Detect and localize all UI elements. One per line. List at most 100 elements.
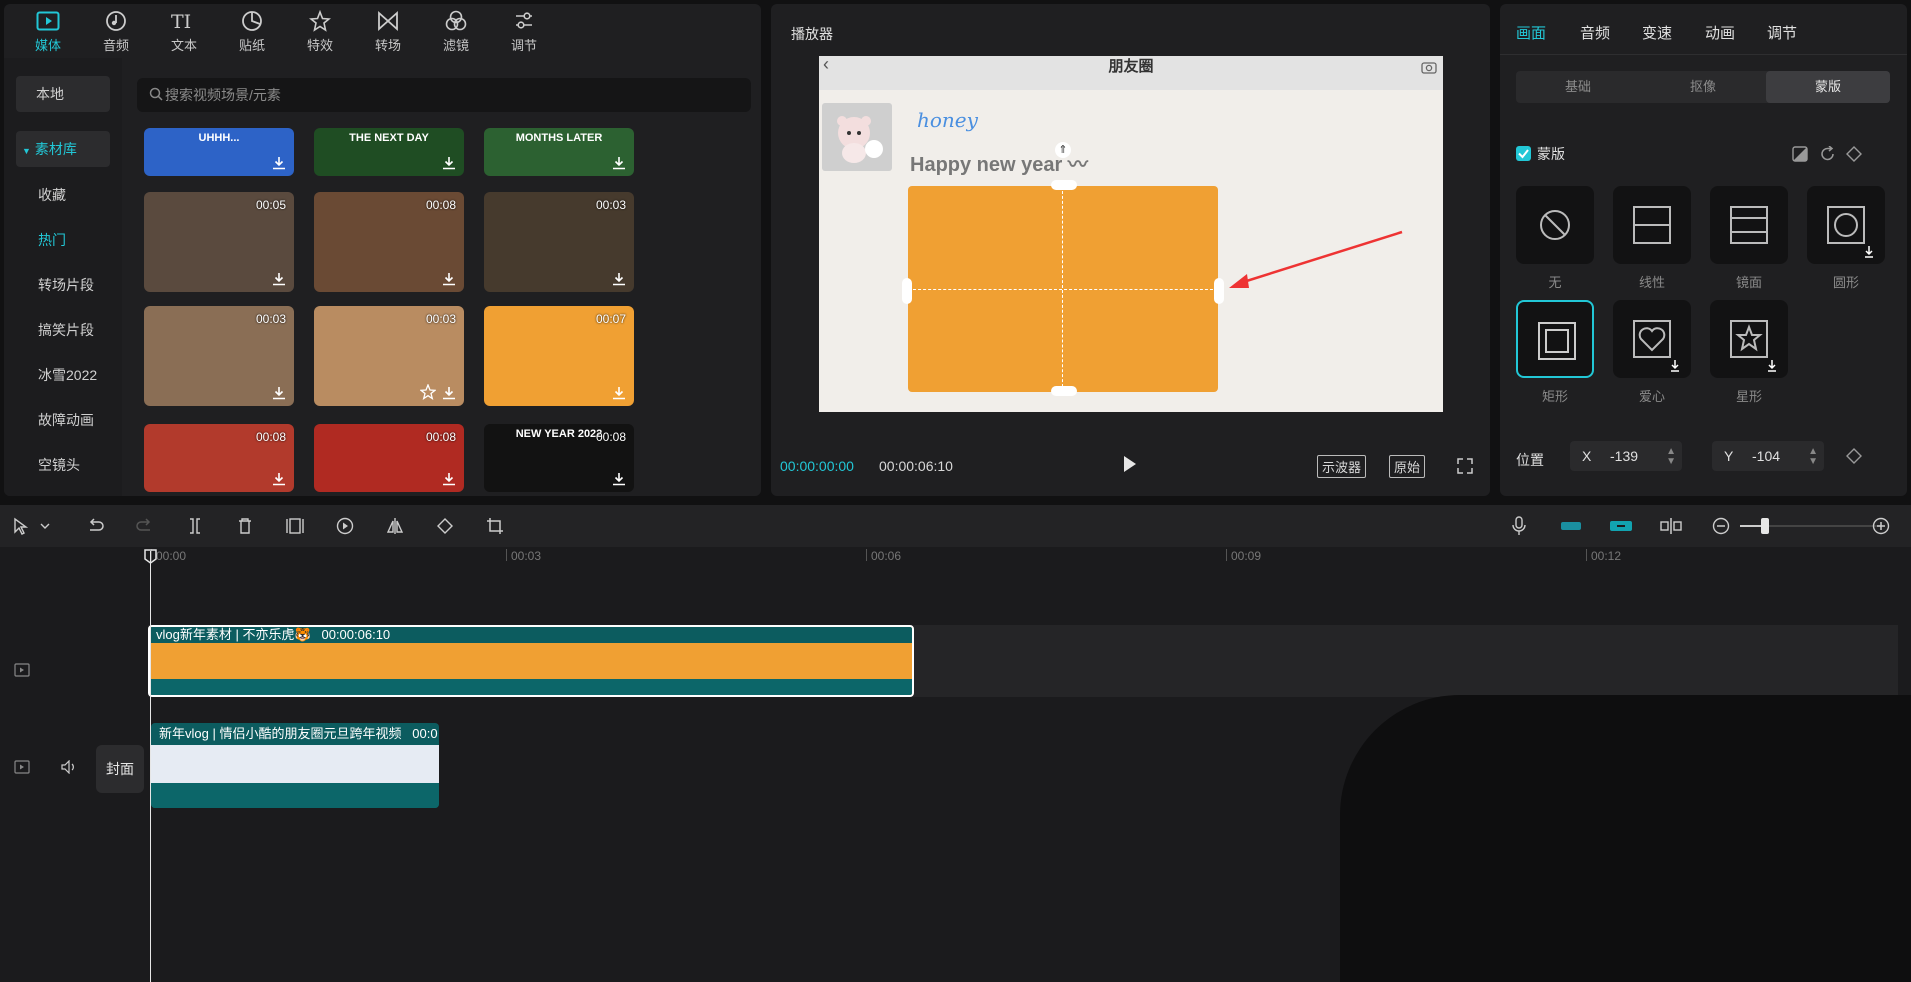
chevron-down-icon[interactable] [38, 515, 52, 537]
download-icon[interactable] [612, 386, 626, 400]
speaker-icon[interactable] [61, 760, 77, 774]
microphone-icon[interactable] [1508, 515, 1530, 537]
crop-icon[interactable] [484, 515, 506, 537]
sidebar-item-snow-2022[interactable]: 冰雪2022 [16, 357, 110, 393]
reverse-play-icon[interactable] [334, 515, 356, 537]
download-icon[interactable] [272, 472, 286, 486]
sidebar-item-favorites[interactable]: 收藏 [16, 177, 110, 213]
mask-option-mirror[interactable] [1710, 186, 1788, 264]
rotate-icon[interactable] [434, 515, 456, 537]
sidebar-item-glitch[interactable]: 故障动画 [16, 402, 110, 438]
segment-basic[interactable]: 基础 [1516, 71, 1640, 103]
play-icon[interactable] [1122, 454, 1138, 474]
overlay-clip[interactable]: vlog新年素材 | 不亦乐虎🐯 00:00:06:10 [148, 625, 914, 697]
tab-filter[interactable]: 滤镜 [422, 4, 490, 58]
tab-transition[interactable]: 转场 [354, 4, 422, 58]
media-thumbnail[interactable]: NEW YEAR 2022 00:08 [484, 424, 634, 492]
preview-axis-icon[interactable] [1658, 515, 1684, 537]
position-keyframe-icon[interactable] [1846, 448, 1862, 464]
freeze-frame-icon[interactable] [284, 515, 306, 537]
mask-handle-bottom[interactable] [1051, 386, 1077, 396]
mask-option-linear[interactable] [1613, 186, 1691, 264]
mask-option-heart[interactable] [1613, 300, 1691, 378]
tab-effects[interactable]: 特效 [286, 4, 354, 58]
position-x-field[interactable]: X -139 ▲ ▼ [1570, 441, 1682, 471]
scope-button[interactable]: 示波器 [1317, 455, 1367, 478]
preview-screen[interactable]: ‹ 朋友圈 honey Happy new year 〰 ⇑ [819, 54, 1443, 412]
download-icon[interactable] [272, 156, 286, 170]
mask-rotate-handle[interactable]: ⇑ [1055, 142, 1071, 158]
mask-checkbox[interactable] [1516, 146, 1531, 161]
zoom-out-icon[interactable] [1710, 515, 1732, 537]
download-icon[interactable] [442, 472, 456, 486]
tab-animation[interactable]: 动画 [1705, 22, 1735, 43]
y-stepper-icon[interactable]: ▲ ▼ [1808, 447, 1818, 467]
sidebar-item-local[interactable]: 本地 [16, 76, 110, 112]
sidebar-item-funny-clips[interactable]: 搞笑片段 [16, 312, 110, 348]
download-icon[interactable] [612, 272, 626, 286]
download-icon[interactable] [272, 386, 286, 400]
media-thumbnail[interactable]: 00:03 [484, 192, 634, 292]
mask-preview-area[interactable] [908, 186, 1218, 392]
delete-icon[interactable] [234, 515, 256, 537]
download-icon[interactable] [442, 156, 456, 170]
auto-snap-icon[interactable] [1558, 515, 1584, 537]
mirror-icon[interactable] [384, 515, 406, 537]
tab-prop-audio[interactable]: 音频 [1580, 22, 1610, 43]
media-thumbnail[interactable]: THE NEXT DAY [314, 128, 464, 176]
tab-text[interactable]: TI 文本 [150, 4, 218, 58]
download-icon[interactable] [442, 272, 456, 286]
playhead-line[interactable] [150, 551, 151, 982]
zoom-slider-handle[interactable] [1761, 518, 1769, 534]
sidebar-item-hot[interactable]: 热门 [16, 222, 110, 258]
x-stepper-icon[interactable]: ▲ ▼ [1666, 447, 1676, 467]
download-icon[interactable] [442, 386, 456, 400]
sidebar-item-transition-clips[interactable]: 转场片段 [16, 267, 110, 303]
segment-cutout[interactable]: 抠像 [1641, 71, 1765, 103]
mask-option-star[interactable] [1710, 300, 1788, 378]
media-thumbnail[interactable]: 00:08 [314, 424, 464, 492]
tab-media[interactable]: 媒体 [14, 4, 82, 58]
keyframe-diamond-icon[interactable] [1846, 146, 1862, 162]
fullscreen-icon[interactable] [1457, 458, 1473, 474]
tab-prop-adjust[interactable]: 调节 [1767, 22, 1797, 43]
tab-adjust[interactable]: 调节 [490, 4, 558, 58]
media-thumbnail[interactable]: 00:08 [314, 192, 464, 292]
position-y-field[interactable]: Y -104 ▲ ▼ [1712, 441, 1824, 471]
segment-mask[interactable]: 蒙版 [1766, 71, 1890, 103]
original-ratio-button[interactable]: 原始 [1389, 455, 1426, 478]
select-cursor-icon[interactable] [10, 515, 32, 537]
link-clips-icon[interactable] [1608, 515, 1634, 537]
mask-handle-left[interactable] [902, 278, 912, 304]
tab-speed[interactable]: 变速 [1642, 22, 1672, 43]
download-icon[interactable] [272, 272, 286, 286]
media-thumbnail[interactable]: 00:03 [144, 306, 294, 406]
media-thumbnail[interactable]: UHHH... [144, 128, 294, 176]
undo-icon[interactable] [84, 515, 106, 537]
media-thumbnail[interactable]: MONTHS LATER [484, 128, 634, 176]
mask-option-circle[interactable] [1807, 186, 1885, 264]
reset-icon[interactable] [1820, 146, 1836, 162]
cover-button[interactable]: 封面 [96, 745, 144, 793]
tab-picture[interactable]: 画面 [1516, 22, 1546, 43]
download-icon[interactable] [612, 156, 626, 170]
tab-audio[interactable]: 音频 [82, 4, 150, 58]
redo-icon[interactable] [134, 515, 156, 537]
favorite-star-icon[interactable] [420, 384, 436, 400]
tab-sticker[interactable]: 贴纸 [218, 4, 286, 58]
media-thumbnail[interactable]: 00:05 [144, 192, 294, 292]
sidebar-item-library[interactable]: ▼ 素材库 [16, 131, 110, 167]
media-thumbnail[interactable]: 00:07 [484, 306, 634, 406]
sidebar-item-scenery[interactable]: 空镜头 [16, 447, 110, 483]
split-icon[interactable] [184, 515, 206, 537]
playhead-handle-icon[interactable] [144, 549, 157, 564]
invert-mask-icon[interactable] [1792, 146, 1808, 162]
media-thumbnail[interactable]: 00:03 [314, 306, 464, 406]
mask-handle-top[interactable] [1051, 180, 1077, 190]
media-thumbnail[interactable]: 00:08 [144, 424, 294, 492]
mask-option-none[interactable] [1516, 186, 1594, 264]
zoom-in-icon[interactable] [1870, 515, 1892, 537]
main-clip[interactable]: 新年vlog | 情侣小酷的朋友圈元旦跨年视频 00:0 [151, 723, 439, 808]
download-icon[interactable] [612, 472, 626, 486]
search-input[interactable] [165, 78, 725, 112]
